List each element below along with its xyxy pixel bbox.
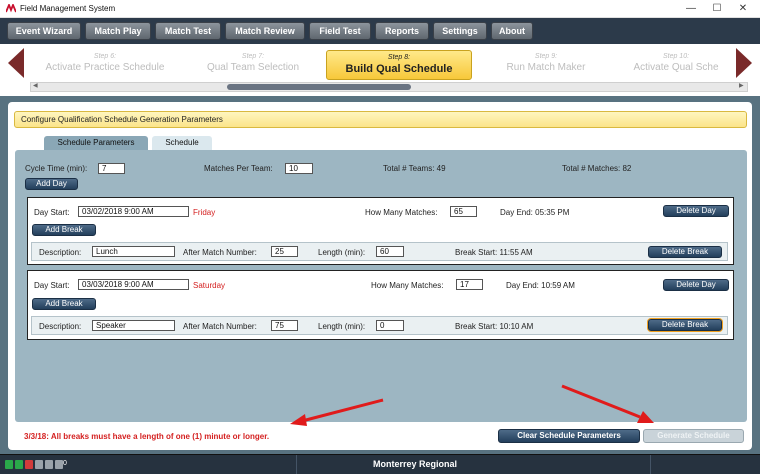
break-length-input[interactable]: 0 <box>376 320 404 331</box>
status-indicator-icon <box>45 460 53 469</box>
break-length-label: Length (min): <box>318 322 366 331</box>
scroll-right-arrow-icon[interactable] <box>736 48 752 78</box>
break-description-label: Description: <box>39 248 82 257</box>
day-start-label: Day Start: <box>34 281 70 290</box>
status-divider <box>650 455 651 474</box>
break-description-label: Description: <box>39 322 82 331</box>
scroll-left-icon[interactable]: ◀ <box>33 82 38 89</box>
status-indicator-icon <box>25 460 33 469</box>
step-label: Activate Qual Sche <box>633 62 719 73</box>
minimize-button[interactable]: — <box>680 2 702 16</box>
break-length-label: Length (min): <box>318 248 366 257</box>
cycle-time-input[interactable]: 7 <box>98 163 125 174</box>
generate-schedule-button[interactable]: Generate Schedule <box>643 429 744 443</box>
delete-day-button[interactable]: Delete Day <box>663 279 729 291</box>
matches-per-team-input[interactable]: 10 <box>285 163 313 174</box>
event-name: Monterrey Regional <box>372 459 457 469</box>
menu-match-play[interactable]: Match Play <box>85 22 151 40</box>
step-activate-qual-schedule[interactable]: Step 10: Activate Qual Sche <box>620 50 732 80</box>
step-build-qual-schedule[interactable]: Step 8: Build Qual Schedule <box>326 50 472 80</box>
step-run-match-maker[interactable]: Step 9: Run Match Maker <box>482 50 610 80</box>
scroll-right-icon[interactable]: ▶ <box>739 82 744 89</box>
steps-scrollbar[interactable]: ◀ ▶ <box>30 82 748 92</box>
weekday-label: Saturday <box>193 281 226 290</box>
main-menu-bar: Event Wizard Match Play Match Test Match… <box>0 18 760 44</box>
add-break-button[interactable]: Add Break <box>32 298 96 310</box>
validation-error-message: 3/3/18: All breaks must have a length of… <box>24 432 270 441</box>
tab-schedule[interactable]: Schedule <box>152 136 212 150</box>
tab-schedule-parameters[interactable]: Schedule Parameters <box>44 136 148 150</box>
after-match-number-label: After Match Number: <box>183 322 257 331</box>
step-label: Run Match Maker <box>506 62 586 73</box>
total-teams: Total # Teams: 49 <box>383 164 446 173</box>
step-label: Build Qual Schedule <box>345 63 453 75</box>
day-start-input[interactable]: 03/02/2018 9:00 AM <box>78 206 189 217</box>
close-button[interactable]: ✕ <box>732 2 754 16</box>
status-indicator-icon <box>5 460 13 469</box>
day-start-input[interactable]: 03/03/2018 9:00 AM <box>78 279 189 290</box>
after-match-number-input[interactable]: 75 <box>271 320 298 331</box>
step-number: Step 10: <box>662 53 690 60</box>
menu-about[interactable]: About <box>491 22 533 40</box>
scroll-left-arrow-icon[interactable] <box>8 48 24 78</box>
menu-reports[interactable]: Reports <box>375 22 429 40</box>
menu-event-wizard[interactable]: Event Wizard <box>7 22 81 40</box>
step-number: Step 7: <box>241 53 265 60</box>
break-start: Break Start: 10:10 AM <box>455 322 534 331</box>
menu-match-review[interactable]: Match Review <box>225 22 305 40</box>
break-description-input[interactable]: Speaker <box>92 320 175 331</box>
status-bar: 0 Monterrey Regional <box>0 454 760 474</box>
after-match-number-label: After Match Number: <box>183 248 257 257</box>
weekday-label: Friday <box>193 208 216 217</box>
step-label: Qual Team Selection <box>206 62 300 73</box>
delete-break-button[interactable]: Delete Break <box>648 246 722 258</box>
app-logo-icon <box>6 4 16 13</box>
add-day-button[interactable]: Add Day <box>25 178 78 190</box>
page-title: Configure Qualification Schedule Generat… <box>14 111 747 128</box>
how-many-matches-input[interactable]: 65 <box>450 206 477 217</box>
step-number: Step 6: <box>93 53 117 60</box>
status-indicator-icon <box>35 460 43 469</box>
window-title: Field Management System <box>20 4 116 13</box>
delete-day-button[interactable]: Delete Day <box>663 205 729 217</box>
menu-field-test[interactable]: Field Test <box>309 22 371 40</box>
title-bar: Field Management System — ☐ ✕ <box>0 0 760 18</box>
delete-break-button[interactable]: Delete Break <box>648 319 722 331</box>
cycle-time-label: Cycle Time (min): <box>25 164 88 173</box>
how-many-matches-input[interactable]: 17 <box>456 279 483 290</box>
break-start: Break Start: 11:55 AM <box>455 248 533 257</box>
menu-settings[interactable]: Settings <box>433 22 487 40</box>
clear-schedule-parameters-button[interactable]: Clear Schedule Parameters <box>498 429 640 443</box>
status-count: 0 <box>63 460 67 467</box>
add-break-button[interactable]: Add Break <box>32 224 96 236</box>
maximize-button[interactable]: ☐ <box>706 2 728 16</box>
day-start-label: Day Start: <box>34 208 70 217</box>
day-end: Day End: 10:59 AM <box>506 281 575 290</box>
break-description-input[interactable]: Lunch <box>92 246 175 257</box>
total-matches: Total # Matches: 82 <box>562 164 632 173</box>
scrollbar-thumb[interactable] <box>227 84 411 90</box>
how-many-matches-label: How Many Matches: <box>371 281 444 290</box>
step-qual-team-selection[interactable]: Step 7: Qual Team Selection <box>188 50 318 80</box>
after-match-number-input[interactable]: 25 <box>271 246 298 257</box>
step-number: Step 9: <box>534 53 558 60</box>
step-activate-practice-schedule[interactable]: Step 6: Activate Practice Schedule <box>30 50 180 80</box>
step-number: Step 8: <box>387 54 411 61</box>
status-indicator-icon <box>15 460 23 469</box>
status-indicator-icon <box>55 460 63 469</box>
how-many-matches-label: How Many Matches: <box>365 208 438 217</box>
day-end: Day End: 05:35 PM <box>500 208 570 217</box>
menu-match-test[interactable]: Match Test <box>155 22 221 40</box>
step-label: Activate Practice Schedule <box>45 62 165 73</box>
matches-per-team-label: Matches Per Team: <box>204 164 273 173</box>
status-divider <box>296 455 297 474</box>
break-length-input[interactable]: 60 <box>376 246 404 257</box>
